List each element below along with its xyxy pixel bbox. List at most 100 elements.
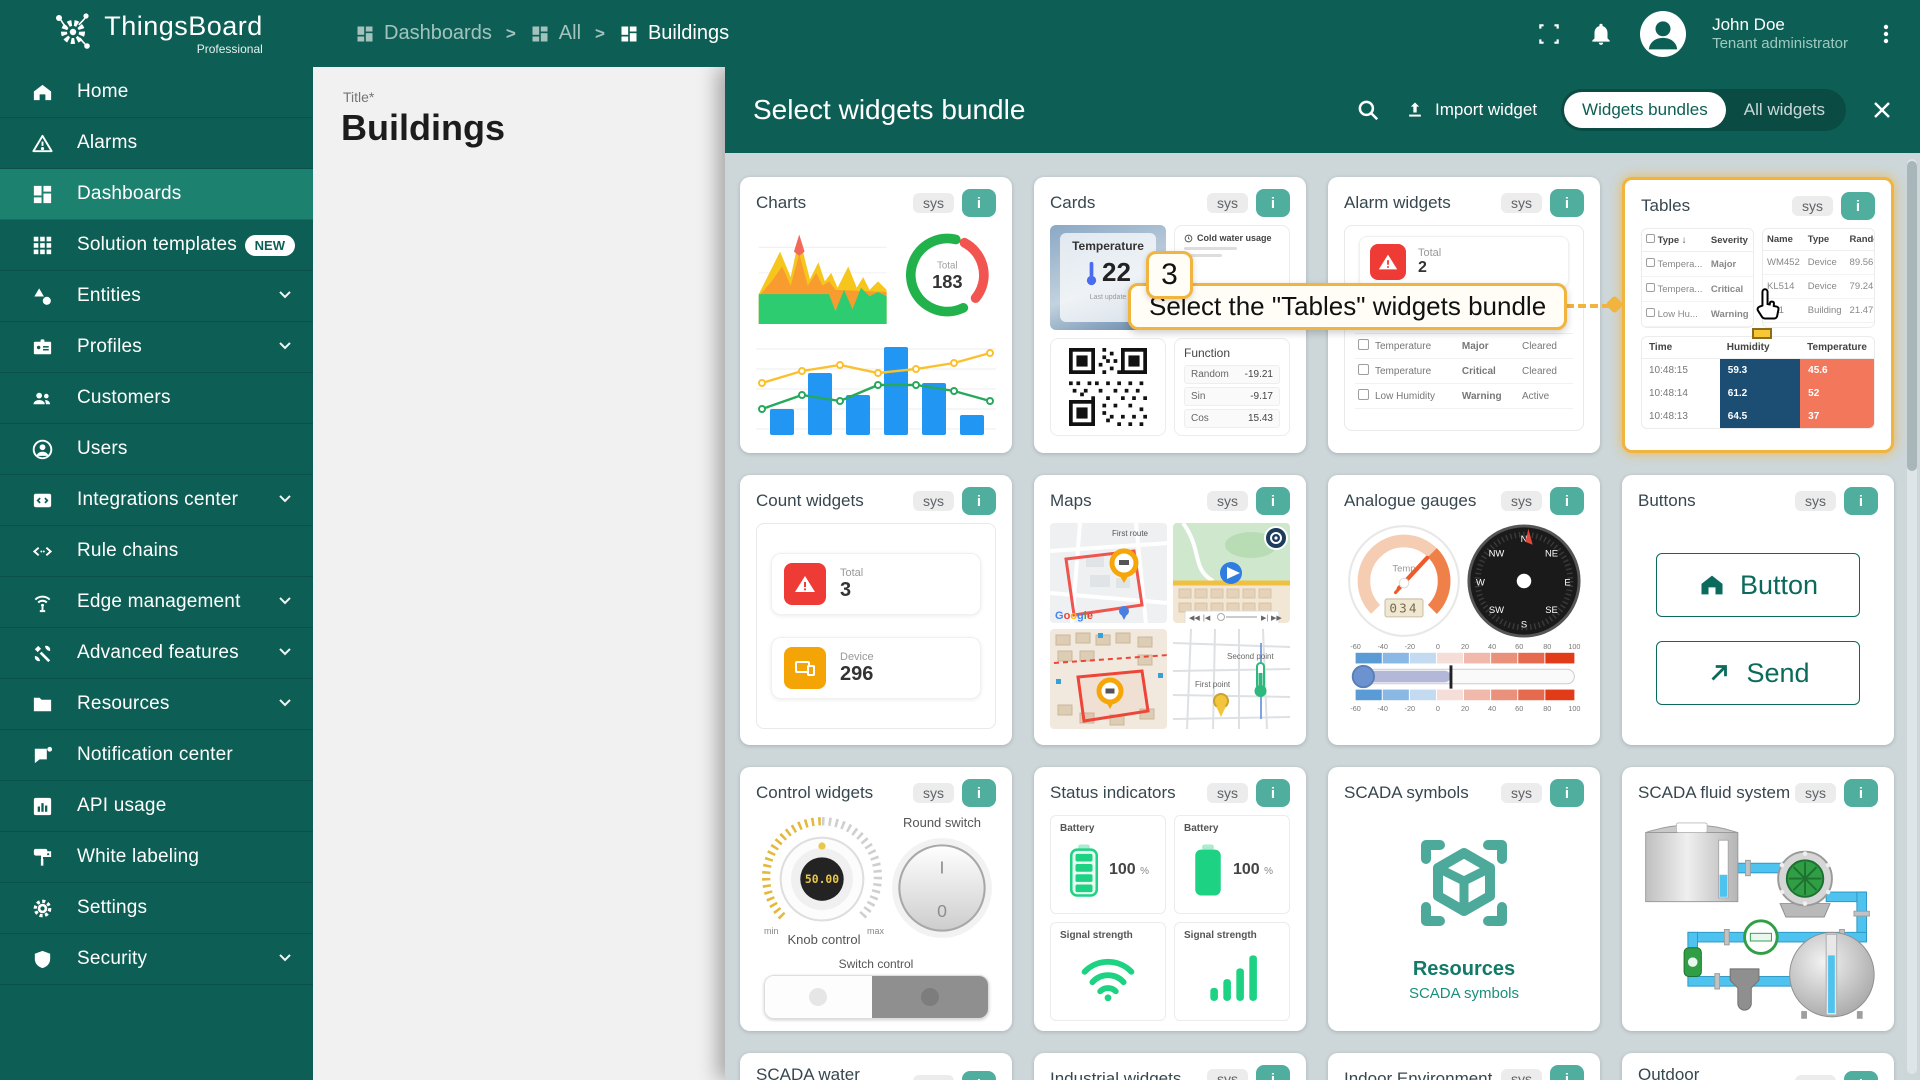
sidebar-item-rule-chains[interactable]: Rule chains xyxy=(0,526,313,577)
sidebar-item-white-labeling[interactable]: White labeling xyxy=(0,832,313,883)
status-preview: Battery 100 % Battery 100 % Signal stren… xyxy=(1050,815,1290,1021)
bundle-card-indoor-environment[interactable]: Indoor Environment sys i xyxy=(1328,1053,1600,1080)
bundle-card-industrial-widgets[interactable]: Industrial widgets sys i xyxy=(1034,1053,1306,1080)
dialog-header: Select widgets bundle Import widget Widg… xyxy=(725,67,1920,153)
antenna-icon xyxy=(30,590,54,614)
top-bar: ThingsBoard Professional Dashboards > Al… xyxy=(0,0,1920,67)
bundle-card-outdoor-environment[interactable]: Outdoor Environment sys i xyxy=(1622,1053,1894,1080)
bundle-card-maps[interactable]: Maps sys i First route Google ◀◀ |◀ ▶| ▶… xyxy=(1034,475,1306,745)
bundle-title: Outdoor Environment xyxy=(1638,1065,1700,1080)
user-info[interactable]: John Doe Tenant administrator xyxy=(1712,14,1848,54)
bundle-card-status-indicators[interactable]: Status indicators sys i Battery 100 % Bat… xyxy=(1034,767,1306,1031)
dashboard-title-value[interactable]: Buildings xyxy=(341,107,725,149)
bundle-card-charts[interactable]: Charts sys i Total 183 xyxy=(740,177,1012,453)
svg-text:0: 0 xyxy=(937,901,947,921)
alarm-icon xyxy=(784,563,826,605)
screen: ThingsBoard Professional Dashboards > Al… xyxy=(0,0,1920,1080)
sidebar-item-users[interactable]: Users xyxy=(0,424,313,475)
info-button[interactable]: i xyxy=(962,189,996,217)
toggle-widgets-bundles[interactable]: Widgets bundles xyxy=(1564,92,1726,128)
info-button[interactable]: i xyxy=(1256,487,1290,515)
svg-text:▶|: ▶| xyxy=(1261,615,1268,622)
sidebar-item-profiles[interactable]: Profiles xyxy=(0,322,313,373)
sidebar-item-customers[interactable]: Customers xyxy=(0,373,313,424)
bundle-title: Cards xyxy=(1050,193,1096,212)
sidebar-item-solution-templates[interactable]: Solution templates NEW xyxy=(0,220,313,271)
paint-roller-icon xyxy=(30,845,54,869)
dialog-scrollbar[interactable] xyxy=(1907,159,1917,1074)
svg-text:NW: NW xyxy=(1489,547,1505,558)
info-button[interactable]: i xyxy=(962,1071,996,1080)
search-icon[interactable] xyxy=(1355,97,1381,123)
info-button[interactable]: i xyxy=(1256,779,1290,807)
avatar[interactable] xyxy=(1640,10,1687,57)
sidebar-item-entities[interactable]: Entities xyxy=(0,271,313,322)
control-preview: 50.00 min max Knob control Round switch I xyxy=(756,815,996,947)
breadcrumb: Dashboards > All > Buildings xyxy=(355,22,729,45)
svg-text:-20: -20 xyxy=(1405,704,1415,713)
bundle-card-scada-fluid-system[interactable]: SCADA fluid system sys i xyxy=(1622,767,1894,1031)
notifications-bell-icon[interactable] xyxy=(1588,21,1614,47)
sidebar-item-resources[interactable]: Resources xyxy=(0,679,313,730)
arrow-up-right-icon xyxy=(1711,665,1728,681)
info-button[interactable]: i xyxy=(1550,487,1584,515)
route-map-preview: First route Google xyxy=(1050,523,1167,623)
bundle-card-control-widgets[interactable]: Control widgets sys i 50.00 min max Knob… xyxy=(740,767,1012,1031)
sidebar-item-alarms[interactable]: Alarms xyxy=(0,118,313,169)
info-button[interactable]: i xyxy=(1256,1065,1290,1080)
sidebar-item-integrations-center[interactable]: Integrations center xyxy=(0,475,313,526)
sidebar-item-edge-management[interactable]: Edge management xyxy=(0,577,313,628)
svg-text:034: 034 xyxy=(1389,601,1418,616)
info-button[interactable]: i xyxy=(962,779,996,807)
scada-symbols-preview: Resources SCADA symbols xyxy=(1344,815,1584,1002)
dashboard-icon xyxy=(357,26,373,41)
sys-badge: sys xyxy=(1792,196,1833,216)
info-button[interactable]: i xyxy=(1844,779,1878,807)
svg-text:▶▶: ▶▶ xyxy=(1271,615,1282,622)
sidebar-item-notification-center[interactable]: Notification center xyxy=(0,730,313,781)
bundle-title: Buttons xyxy=(1638,491,1696,510)
bundle-card-analogue-gauges[interactable]: Analogue gauges sys i Temp 034 N NE E SE… xyxy=(1328,475,1600,745)
bundle-card-buttons[interactable]: Buttons sys i Button Send xyxy=(1622,475,1894,745)
breadcrumb-dashboards[interactable]: Dashboards xyxy=(355,22,492,45)
svg-text:First point: First point xyxy=(1195,680,1231,689)
buttons-preview: Button Send xyxy=(1638,523,1878,705)
count-preview: Total 3 Device 296 xyxy=(756,523,996,729)
svg-text:First route: First route xyxy=(1112,529,1149,538)
import-widget-button[interactable]: Import widget xyxy=(1405,100,1537,120)
fullscreen-icon[interactable] xyxy=(1536,21,1562,47)
sidebar-item-home[interactable]: Home xyxy=(0,67,313,118)
sidebar-item-dashboards[interactable]: Dashboards xyxy=(0,169,313,220)
close-icon[interactable] xyxy=(1870,98,1894,122)
dashboard-icon xyxy=(30,182,54,206)
toggle-all-widgets[interactable]: All widgets xyxy=(1726,92,1843,128)
info-button[interactable]: i xyxy=(1550,1065,1584,1080)
breadcrumb-all[interactable]: All xyxy=(530,22,581,45)
switch-control-preview xyxy=(763,975,989,1019)
title-field-label: Title* xyxy=(343,89,375,105)
bundle-card-count-widgets[interactable]: Count widgets sys i Total 3 Device 296 xyxy=(740,475,1012,745)
sys-badge: sys xyxy=(1207,491,1248,511)
sidebar-item-security[interactable]: Security xyxy=(0,934,313,985)
info-button[interactable]: i xyxy=(962,487,996,515)
sidebar-item-api-usage[interactable]: API usage xyxy=(0,781,313,832)
dialog-title: Select widgets bundle xyxy=(753,94,1026,125)
scrollbar-thumb[interactable] xyxy=(1907,161,1917,471)
svg-text:SE: SE xyxy=(1545,604,1558,615)
warning-icon xyxy=(30,131,54,155)
info-button[interactable]: i xyxy=(1256,189,1290,217)
breadcrumb-buildings[interactable]: Buildings xyxy=(619,22,729,45)
chevron-down-icon xyxy=(275,641,295,666)
info-button[interactable]: i xyxy=(1550,189,1584,217)
info-button[interactable]: i xyxy=(1841,192,1875,220)
sidebar-item-advanced-features[interactable]: Advanced features xyxy=(0,628,313,679)
chevron-down-icon xyxy=(275,947,295,972)
info-button[interactable]: i xyxy=(1844,487,1878,515)
info-button[interactable]: i xyxy=(1550,779,1584,807)
bundle-card-scada-water-system[interactable]: SCADA water system sys i xyxy=(740,1053,1012,1080)
thingsboard-logo[interactable]: ThingsBoard Professional xyxy=(0,8,313,59)
sidebar-item-settings[interactable]: Settings xyxy=(0,883,313,934)
kebab-menu-icon[interactable] xyxy=(1874,22,1898,46)
bundle-card-scada-symbols[interactable]: SCADA symbols sys i Resources SCADA symbo… xyxy=(1328,767,1600,1031)
info-button[interactable]: i xyxy=(1844,1071,1878,1080)
